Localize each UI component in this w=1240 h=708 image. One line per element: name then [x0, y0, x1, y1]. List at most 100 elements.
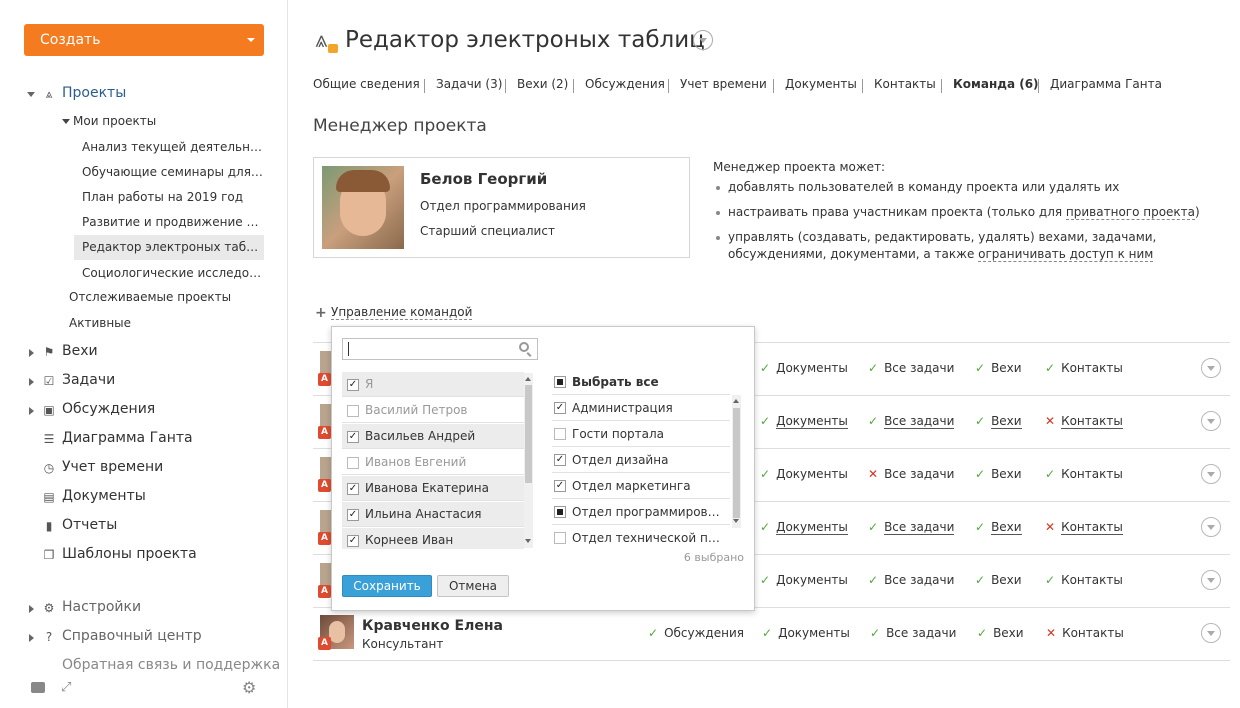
- sidebar-item-my-projects[interactable]: Мои проекты: [62, 114, 262, 128]
- sidebar-project-4[interactable]: Развитие и продвижение продукта: [74, 209, 264, 235]
- sidebar-project-1[interactable]: Анализ текущей деятельности: [74, 134, 264, 160]
- search-icon[interactable]: [519, 342, 529, 352]
- tab-documents[interactable]: Документы: [785, 77, 857, 91]
- group-checkbox[interactable]: ✓: [554, 454, 566, 466]
- permission-toggle[interactable]: ✕ Контакты: [1045, 414, 1123, 429]
- expand-arrow-icon[interactable]: [29, 378, 34, 386]
- tab-milestones[interactable]: Вехи (2): [517, 77, 568, 91]
- user-option[interactable]: ✓ Я: [342, 372, 524, 397]
- restrict-access-link[interactable]: ограничивать доступ к ним: [978, 247, 1154, 262]
- gear-icon[interactable]: ⚙: [242, 678, 256, 697]
- sidebar-item-reports[interactable]: ▮ Отчеты: [46, 517, 118, 533]
- title-menu-chevron-icon[interactable]: [693, 30, 713, 50]
- tab-gantt[interactable]: Диаграмма Ганта: [1050, 77, 1162, 91]
- search-input[interactable]: [343, 339, 513, 359]
- private-project-link[interactable]: приватного проекта: [1065, 205, 1196, 220]
- group-option[interactable]: ✓ Администрация: [552, 394, 730, 420]
- scrollbar-thumb[interactable]: [525, 385, 532, 483]
- manage-team-link[interactable]: Управление командой: [331, 305, 473, 320]
- select-all-row[interactable]: Выбрать все: [552, 372, 744, 394]
- manager-avatar[interactable]: [322, 166, 404, 249]
- collapse-arrow-icon[interactable]: [62, 119, 70, 124]
- scroll-up-icon[interactable]: [733, 399, 739, 403]
- group-option[interactable]: ✓ Отдел дизайна: [552, 446, 730, 472]
- select-all-checkbox[interactable]: [554, 376, 566, 388]
- tab-tasks[interactable]: Задачи (3): [436, 77, 502, 91]
- permission-toggle[interactable]: ✓ Контакты: [1045, 467, 1123, 481]
- create-button[interactable]: Создать: [24, 24, 264, 56]
- tab-time-tracking[interactable]: Учет времени: [680, 77, 767, 91]
- sidebar-item-active[interactable]: Активные: [69, 316, 269, 330]
- permission-toggle[interactable]: ✓ Вехи: [975, 467, 1022, 481]
- user-checkbox[interactable]: ✓: [347, 379, 359, 391]
- permission-toggle[interactable]: ✓ Вехи: [975, 361, 1022, 375]
- row-menu-chevron-icon[interactable]: [1201, 517, 1221, 537]
- group-list-scrollbar[interactable]: [732, 395, 741, 528]
- permission-toggle[interactable]: ✓ Все задачи: [868, 414, 955, 429]
- permission-toggle[interactable]: ✓ Все задачи: [868, 361, 954, 375]
- group-checkbox[interactable]: ✓: [554, 402, 566, 414]
- sidebar-item-projects[interactable]: ⩓ Проекты: [27, 85, 126, 101]
- collapse-arrow-icon[interactable]: [27, 92, 35, 97]
- user-option[interactable]: ✓ Васильев Андрей: [342, 424, 524, 449]
- cancel-button[interactable]: Отмена: [437, 575, 509, 597]
- chat-icon[interactable]: [31, 682, 45, 693]
- user-checkbox[interactable]: ✓: [347, 431, 359, 443]
- user-option[interactable]: ✓ Ильина Анастасия: [342, 502, 524, 527]
- group-checkbox[interactable]: ✓: [554, 480, 566, 492]
- sidebar-item-milestones[interactable]: ⚑ Вехи: [29, 343, 98, 359]
- permission-toggle[interactable]: ✓ Все задачи: [868, 573, 954, 587]
- scroll-up-icon[interactable]: [525, 377, 531, 381]
- permission-toggle[interactable]: ✓ Вехи: [975, 520, 1022, 535]
- permission-toggle[interactable]: ✕ Контакты: [1046, 626, 1124, 640]
- sidebar-item-gantt[interactable]: ☰ Диаграмма Ганта: [44, 430, 193, 446]
- plus-icon[interactable]: +: [315, 305, 327, 321]
- user-checkbox[interactable]: ✓: [347, 483, 359, 495]
- tab-discussions[interactable]: Обсуждения: [585, 77, 665, 91]
- user-option[interactable]: Василий Петров: [342, 398, 524, 423]
- expand-arrow-icon[interactable]: [29, 407, 34, 415]
- group-checkbox[interactable]: [554, 506, 566, 518]
- tab-contacts[interactable]: Контакты: [874, 77, 936, 91]
- row-menu-chevron-icon[interactable]: [1201, 464, 1221, 484]
- sidebar-item-discussions[interactable]: ▣ Обсуждения: [29, 401, 155, 417]
- row-menu-chevron-icon[interactable]: [1201, 411, 1221, 431]
- user-option[interactable]: ✓ Корнеев Иван: [342, 528, 524, 549]
- permission-toggle[interactable]: ✓ Документы: [760, 520, 848, 535]
- permission-toggle[interactable]: ✓ Документы: [760, 573, 848, 587]
- expand-arrow-icon[interactable]: [29, 349, 34, 357]
- user-checkbox[interactable]: [347, 457, 359, 469]
- user-option[interactable]: ✓ Иванова Екатерина: [342, 476, 524, 501]
- scrollbar-thumb[interactable]: [733, 408, 740, 518]
- sidebar-item-tracked-projects[interactable]: Отслеживаемые проекты: [69, 290, 269, 304]
- permission-toggle[interactable]: ✓ Все задачи: [868, 520, 955, 535]
- permission-toggle[interactable]: ✓ Документы: [760, 414, 848, 429]
- permission-toggle[interactable]: ✓ Вехи: [975, 414, 1022, 429]
- user-checkbox[interactable]: ✓: [347, 509, 359, 521]
- permission-toggle[interactable]: ✓ Вехи: [977, 626, 1024, 640]
- expand-arrow-icon[interactable]: [29, 634, 34, 642]
- permission-toggle[interactable]: ✓ Все задачи: [870, 626, 956, 640]
- permission-toggle[interactable]: ✓ Документы: [760, 467, 848, 481]
- sidebar-project-6[interactable]: Социологические исследования: [74, 260, 264, 286]
- tab-team-active[interactable]: Команда (6): [953, 77, 1039, 91]
- sidebar-item-templates[interactable]: ❐ Шаблоны проекта: [44, 546, 197, 562]
- permission-toggle[interactable]: ✓ Обсуждения: [648, 626, 744, 640]
- user-option[interactable]: Иванов Евгений: [342, 450, 524, 475]
- tab-overview[interactable]: Общие сведения: [313, 77, 420, 91]
- expand-icon[interactable]: ⤢: [61, 680, 71, 695]
- permission-toggle[interactable]: ✕ Все задачи: [868, 467, 954, 481]
- group-option[interactable]: Гости портала: [552, 420, 730, 446]
- permission-toggle[interactable]: ✓ Документы: [760, 361, 848, 375]
- scroll-down-icon[interactable]: [525, 539, 531, 543]
- group-checkbox[interactable]: [554, 428, 566, 440]
- permission-toggle[interactable]: ✓ Контакты: [1045, 361, 1123, 375]
- permission-toggle[interactable]: ✓ Вехи: [975, 573, 1022, 587]
- group-option[interactable]: Отдел технической поддержки: [552, 524, 730, 550]
- user-checkbox[interactable]: [347, 405, 359, 417]
- group-checkbox[interactable]: [554, 532, 566, 544]
- save-button[interactable]: Сохранить: [342, 575, 432, 597]
- row-menu-chevron-icon[interactable]: [1201, 570, 1221, 590]
- expand-arrow-icon[interactable]: [29, 605, 34, 613]
- permission-toggle[interactable]: ✓ Документы: [762, 626, 850, 640]
